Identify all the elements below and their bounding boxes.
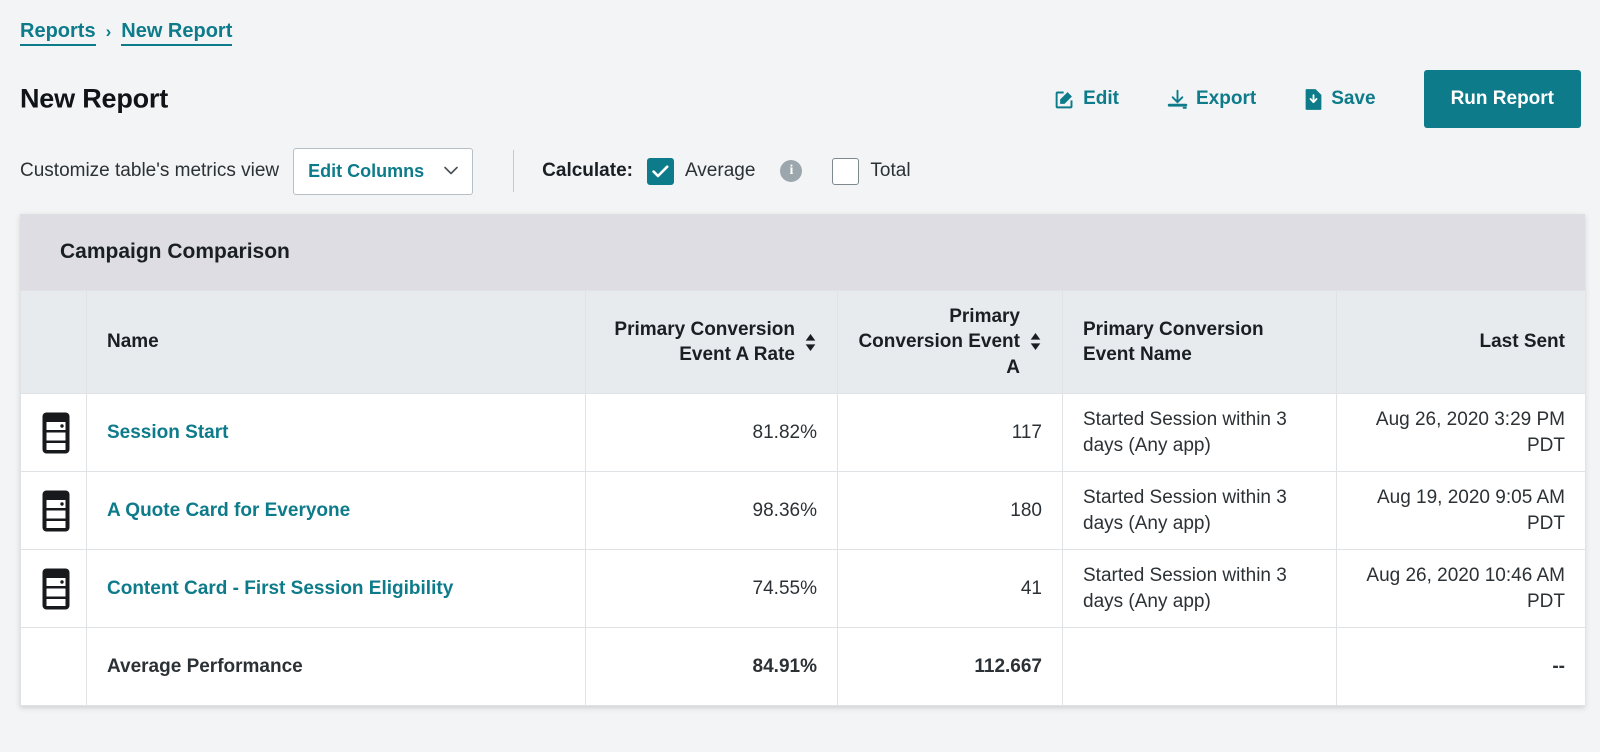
header-actions: Edit Export Save Run Report (1030, 70, 1581, 128)
save-button-label: Save (1331, 88, 1376, 109)
total-checkbox-group: Total (832, 157, 911, 185)
row-event-name-cell: Started Session within 3 days (Any app) (1062, 393, 1337, 472)
summary-count-cell: 112.667 (837, 627, 1063, 706)
card-header: Campaign Comparison (20, 214, 1585, 290)
row-name-cell: Content Card - First Session Eligibility (86, 549, 586, 628)
edit-button-label: Edit (1083, 88, 1119, 109)
content-card-icon (42, 412, 70, 453)
edit-columns-dropdown[interactable]: Edit Columns (293, 147, 474, 195)
column-header-name: Name (86, 290, 586, 394)
row-event-name-cell: Started Session within 3 days (Any app) (1062, 471, 1337, 550)
run-report-button[interactable]: Run Report (1423, 70, 1581, 128)
summary-event-name-cell (1062, 627, 1337, 706)
chevron-down-icon (444, 162, 458, 180)
total-checkbox-label: Total (870, 160, 911, 181)
average-checkbox-group: Average i (646, 157, 803, 185)
row-last-sent-cell: Aug 26, 2020 3:29 PM PDT (1336, 393, 1585, 472)
column-header-rate-label: Primary Conversion Event A Rate (614, 318, 795, 365)
summary-last-sent-cell: -- (1336, 627, 1585, 706)
card-title: Campaign Comparison (60, 240, 290, 263)
breadcrumb-item-new-report[interactable]: New Report (121, 20, 233, 46)
row-last-sent-cell: Aug 26, 2020 10:46 AM PDT (1336, 549, 1585, 628)
file-save-icon (1304, 88, 1323, 110)
info-icon[interactable]: i (780, 160, 803, 182)
row-name-cell: A Quote Card for Everyone (86, 471, 586, 550)
total-checkbox[interactable] (832, 157, 860, 185)
column-header-last-sent-label: Last Sent (1479, 331, 1565, 353)
content-card-icon (42, 568, 70, 609)
campaign-link[interactable]: Session Start (107, 422, 228, 443)
column-header-icon (20, 290, 87, 394)
column-header-event-name: Primary Conversion Event Name (1062, 290, 1337, 394)
row-event-name-cell: Started Session within 3 days (Any app) (1062, 549, 1337, 628)
campaign-link[interactable]: A Quote Card for Everyone (107, 500, 350, 521)
campaign-link[interactable]: Content Card - First Session Eligibility (107, 578, 453, 599)
table-row: Session Start 81.82% 117 Started Session… (20, 393, 1585, 472)
edit-button[interactable]: Edit (1030, 80, 1143, 118)
summary-label-cell: Average Performance (86, 627, 586, 706)
campaign-comparison-table: Name Primary Conversion Event A Rate Pri… (20, 290, 1585, 706)
row-icon-cell (20, 549, 87, 628)
page-header: New Report Edit Export Save Run Report (0, 66, 1600, 132)
sort-arrows-icon (1030, 333, 1041, 351)
row-icon-cell (20, 393, 87, 472)
row-rate-cell: 74.55% (585, 549, 838, 628)
average-checkbox[interactable] (646, 157, 674, 185)
breadcrumb-item-reports[interactable]: Reports (20, 20, 96, 46)
campaign-comparison-card: Campaign Comparison Name Primary Convers… (20, 214, 1585, 706)
page-title: New Report (20, 83, 169, 114)
breadcrumb: Reports › New Report (20, 20, 233, 46)
export-button-label: Export (1196, 88, 1257, 109)
export-button[interactable]: Export (1143, 80, 1280, 118)
save-button[interactable]: Save (1280, 80, 1399, 118)
column-header-count-label: Primary Conversion Event A (858, 306, 1020, 378)
column-header-name-label: Name (107, 331, 159, 353)
table-header: Name Primary Conversion Event A Rate Pri… (20, 290, 1585, 394)
column-header-count[interactable]: Primary Conversion Event A (837, 290, 1063, 394)
table-body: Session Start 81.82% 117 Started Session… (20, 393, 1585, 706)
table-header-row: Name Primary Conversion Event A Rate Pri… (20, 290, 1585, 394)
table-summary-row: Average Performance 84.91% 112.667 -- (20, 627, 1585, 706)
row-icon-cell (20, 471, 87, 550)
calculate-label: Calculate: (542, 160, 633, 181)
column-header-rate[interactable]: Primary Conversion Event A Rate (585, 290, 838, 394)
download-tray-icon (1167, 89, 1188, 110)
row-last-sent-cell: Aug 19, 2020 9:05 AM PDT (1336, 471, 1585, 550)
row-rate-cell: 98.36% (585, 471, 838, 550)
sort-arrows-icon (805, 333, 816, 351)
table-row: A Quote Card for Everyone 98.36% 180 Sta… (20, 471, 1585, 550)
controls-divider (513, 150, 515, 192)
customize-metrics-label: Customize table's metrics view (20, 160, 280, 181)
row-rate-cell: 81.82% (585, 393, 838, 472)
average-checkbox-label: Average (684, 160, 756, 181)
summary-icon-cell (20, 627, 87, 706)
chevron-right-icon: › (105, 22, 112, 41)
row-count-cell: 41 (837, 549, 1063, 628)
edit-pencil-icon (1054, 89, 1075, 110)
summary-rate-cell: 84.91% (585, 627, 838, 706)
checkmark-icon (652, 164, 669, 177)
table-controls: Customize table's metrics view Edit Colu… (20, 143, 911, 199)
column-header-event-name-label: Primary Conversion Event Name (1083, 318, 1264, 365)
table-row: Content Card - First Session Eligibility… (20, 549, 1585, 628)
row-count-cell: 180 (837, 471, 1063, 550)
row-count-cell: 117 (837, 393, 1063, 472)
edit-columns-label: Edit Columns (308, 160, 425, 181)
column-header-last-sent: Last Sent (1336, 290, 1585, 394)
row-name-cell: Session Start (86, 393, 586, 472)
content-card-icon (42, 490, 70, 531)
